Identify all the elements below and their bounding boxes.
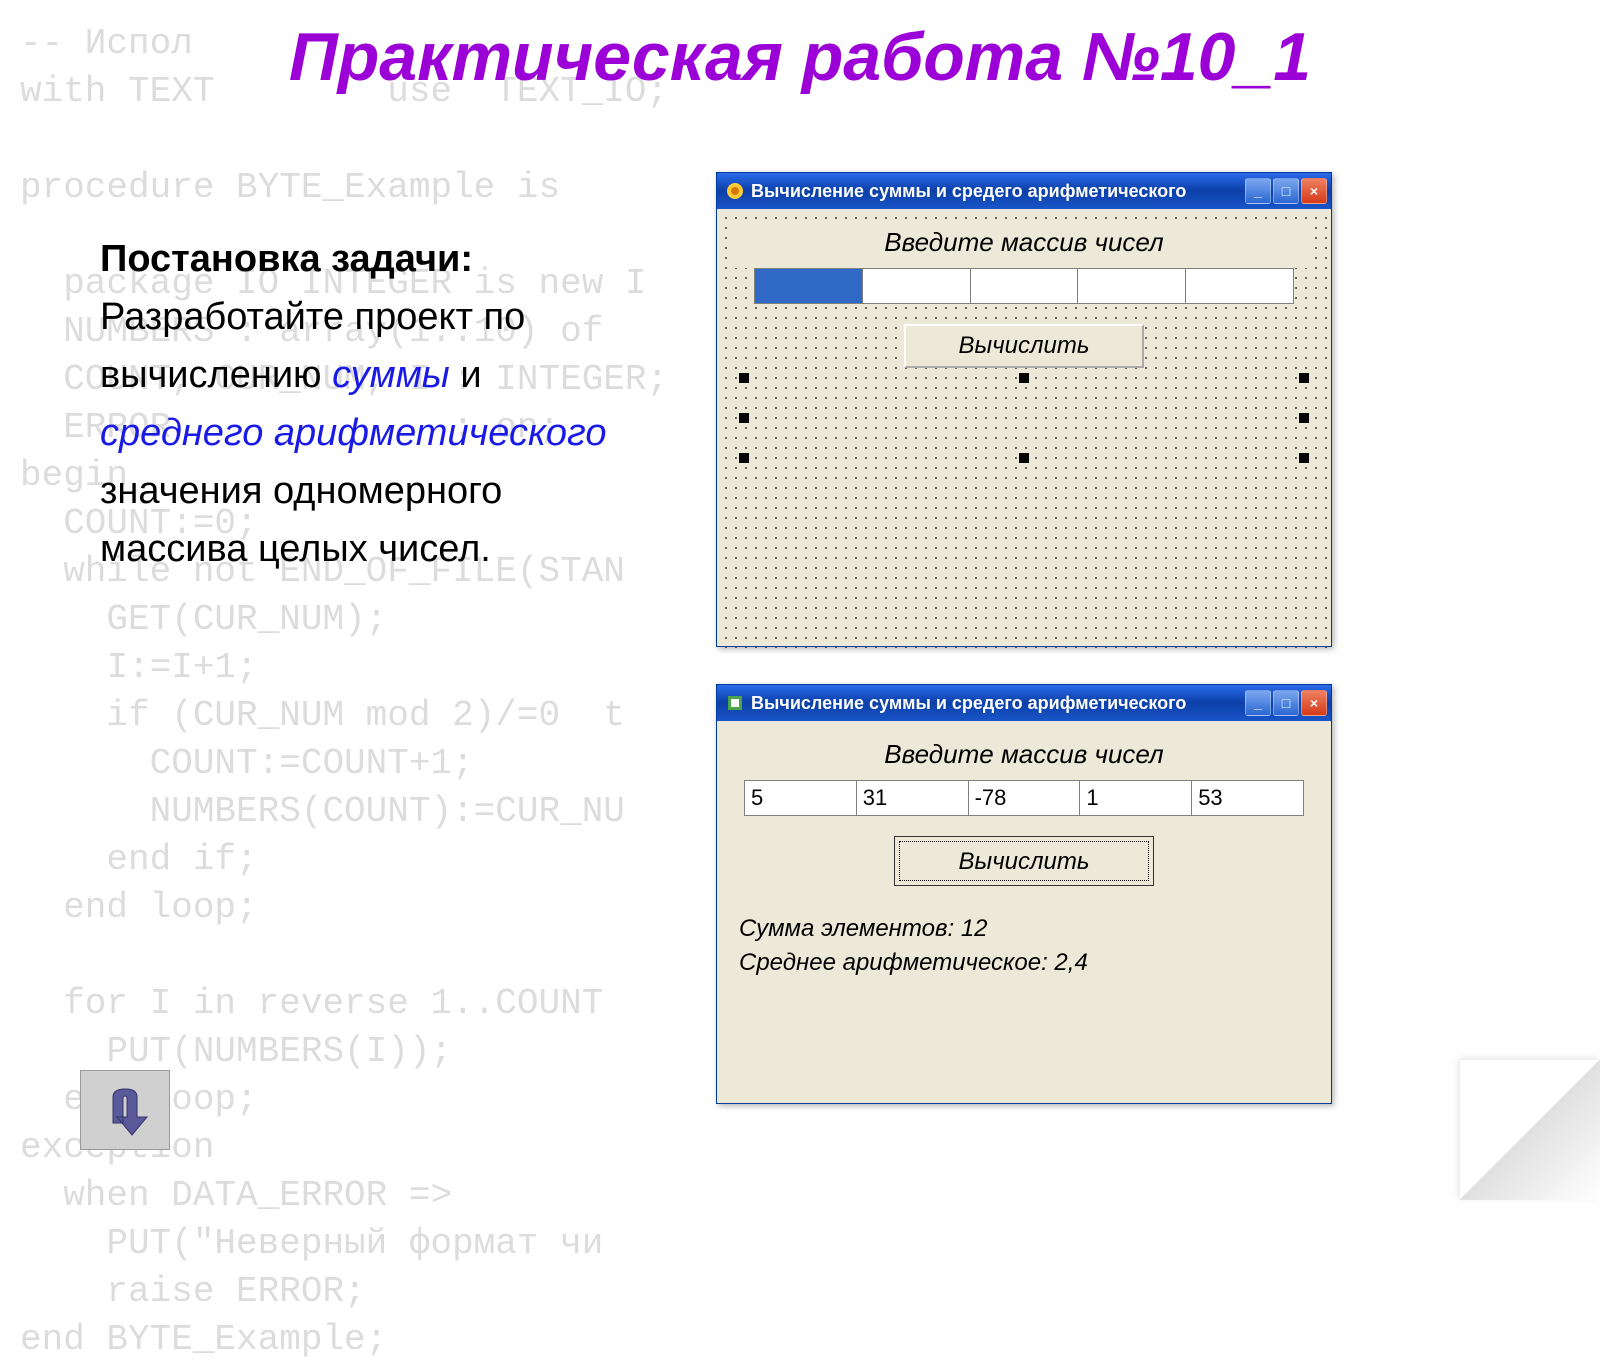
input-prompt-label: Введите массив чисел (735, 221, 1313, 268)
window-title: Вычисление суммы и средего арифметическо… (751, 693, 1245, 714)
grid-cell[interactable] (971, 268, 1079, 304)
input-prompt-label: Введите массив чисел (735, 733, 1313, 780)
grid-cell[interactable]: 5 (744, 780, 857, 816)
grid-cell[interactable] (1078, 268, 1186, 304)
selection-handle[interactable] (1299, 373, 1309, 383)
minimize-button[interactable]: _ (1245, 690, 1271, 716)
app-icon (725, 693, 745, 713)
task-heading: Постановка задачи: (100, 238, 473, 280)
close-button[interactable]: × (1301, 690, 1327, 716)
string-grid[interactable]: 5 31 -78 1 53 (744, 780, 1304, 816)
grid-cell[interactable]: 1 (1080, 780, 1192, 816)
back-button[interactable] (80, 1070, 170, 1150)
string-grid[interactable] (754, 268, 1294, 304)
grid-cell[interactable] (1186, 268, 1294, 304)
window-title: Вычисление суммы и средего арифметическо… (751, 181, 1245, 202)
maximize-button[interactable]: □ (1273, 178, 1299, 204)
task-em-sum: суммы (332, 354, 450, 396)
task-text: Постановка задачи: Разработайте проект п… (100, 230, 640, 578)
slide-title: Практическая работа №10_1 (0, 18, 1600, 96)
calculate-button[interactable]: Вычислить (904, 324, 1144, 368)
result-sum: Сумма элементов: 12 (739, 915, 988, 942)
grid-cell[interactable] (754, 268, 863, 304)
task-body-2: значения одномерного массива целых чисел… (100, 470, 502, 570)
form-client: Введите массив чисел 5 31 -78 1 53 Вычис… (717, 721, 1331, 996)
titlebar-runtime[interactable]: Вычисление суммы и средего арифметическо… (717, 685, 1331, 721)
grid-cell[interactable]: 31 (857, 780, 969, 816)
grid-cell[interactable]: 53 (1192, 780, 1304, 816)
window-runtime: Вычисление суммы и средего арифметическо… (716, 684, 1332, 1104)
task-and: и (460, 354, 481, 396)
selection-handle[interactable] (1299, 413, 1309, 423)
maximize-button[interactable]: □ (1273, 690, 1299, 716)
selection-handle[interactable] (1299, 453, 1309, 463)
selection-handle[interactable] (739, 453, 749, 463)
result-label: Сумма элементов: 12 Среднее арифметическ… (735, 912, 1313, 980)
grid-cell[interactable]: -78 (969, 780, 1081, 816)
form-designer-client[interactable]: Введите массив чисел Вычислить (717, 209, 1331, 648)
selection-handle[interactable] (739, 373, 749, 383)
titlebar-design[interactable]: Вычисление суммы и средего арифметическо… (717, 173, 1331, 209)
grid-cell[interactable] (863, 268, 971, 304)
app-icon (725, 181, 745, 201)
selection-handle[interactable] (1019, 453, 1029, 463)
minimize-button[interactable]: _ (1245, 178, 1271, 204)
result-avg: Среднее арифметическое: 2,4 (739, 949, 1088, 976)
u-turn-arrow-icon (95, 1083, 155, 1138)
selection-handle[interactable] (739, 413, 749, 423)
selection-handle[interactable] (1019, 373, 1029, 383)
page-corner-fold (1460, 1060, 1600, 1200)
window-design: Вычисление суммы и средего арифметическо… (716, 172, 1332, 647)
task-em-avg: среднего арифметического (100, 412, 607, 454)
close-button[interactable]: × (1301, 178, 1327, 204)
calculate-button[interactable]: Вычислить (894, 836, 1154, 886)
